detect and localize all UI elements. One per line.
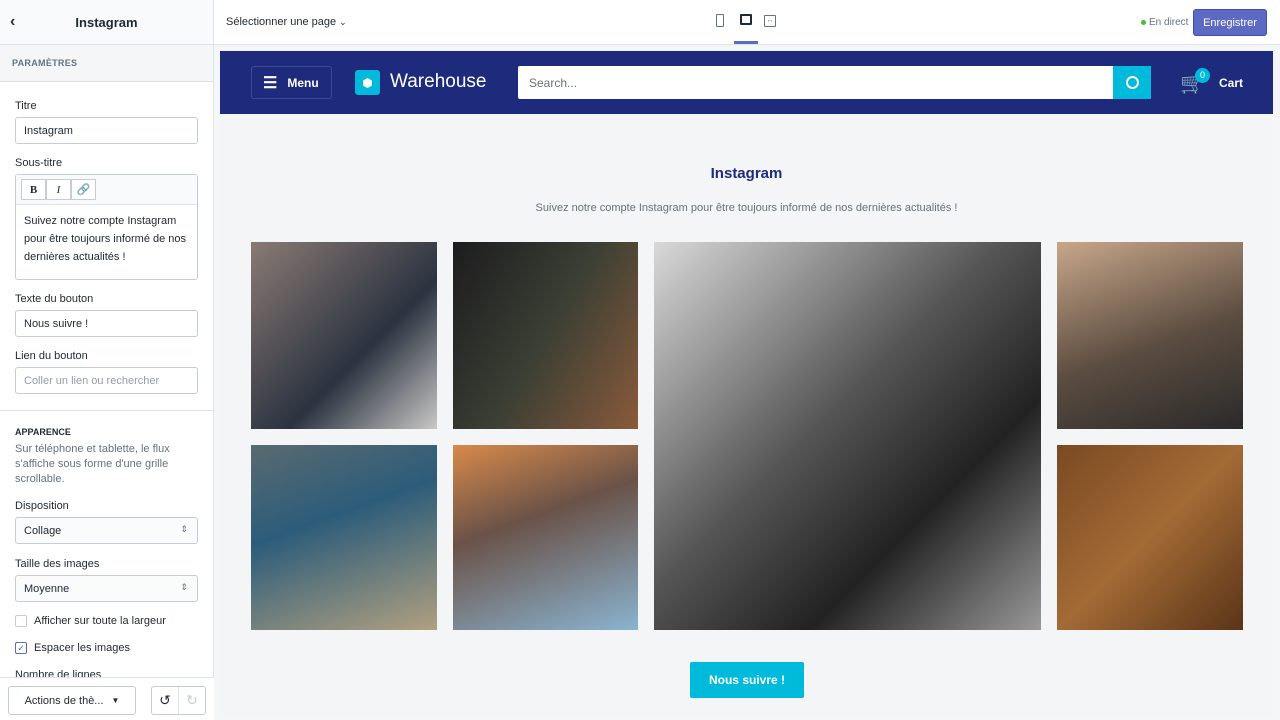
search-icon [1125,76,1139,89]
fullwidth-label: Afficher sur toute la largeur [34,615,166,627]
subtitle-label: Sous-titre [15,157,63,169]
desktop-view-icon[interactable] [740,14,752,25]
hamburger-icon: ☰ [263,74,278,92]
appearance-help: Sur téléphone et tablette, le flux s'aff… [15,443,170,485]
status-dot [1141,20,1146,25]
search-button[interactable] [1113,66,1151,99]
fullscreen-view-icon[interactable]: ↔ [764,15,776,27]
bold-button[interactable]: B [21,179,46,200]
instagram-image[interactable] [453,242,638,429]
layout-select[interactable]: Collage [15,517,198,544]
instagram-image[interactable] [1057,445,1243,630]
sidebar-title: Instagram [75,14,138,30]
button-text-label: Texte du bouton [15,293,94,305]
store-header: ☰ Menu ⬢ Warehouse Search... 🛒 0 Cart [220,51,1273,114]
size-label: Taille des images [15,558,100,570]
section-subheading: Suivez notre compte Instagram pour être … [535,202,958,214]
sidebar-footer: Actions de thè... ▼ ↺ ↻ [0,677,214,720]
spacing-checkbox[interactable]: ✓ [15,642,27,654]
chevron-down-icon: ⌄ [339,17,347,27]
title-label: Titre [15,100,37,112]
store-preview: ☰ Menu ⬢ Warehouse Search... 🛒 0 Cart Ins… [220,51,1273,714]
undo-icon[interactable]: ↺ [152,687,179,714]
spacing-label: Espacer les images [34,642,130,654]
redo-icon[interactable]: ↻ [179,687,205,714]
appearance-header: APPARENCE [15,427,71,437]
subtitle-editor[interactable]: B I 🔗 Suivez notre compte Instagram pour ê… [15,174,198,280]
layout-label: Disposition [15,500,69,512]
size-select[interactable]: Moyenne [15,575,198,602]
button-link-label: Lien du bouton [15,350,88,362]
instagram-image[interactable] [251,445,437,630]
instagram-image[interactable] [1057,242,1243,429]
italic-button[interactable]: I [46,179,71,200]
instagram-image[interactable] [251,242,437,429]
link-icon[interactable]: 🔗 [71,179,96,200]
button-link-input[interactable]: Coller un lien ou rechercher [15,367,198,394]
follow-button[interactable]: Nous suivre ! [690,662,804,698]
sidebar-header: ‹ Instagram [0,0,213,45]
sidebar: ‹ Instagram PARAMÈTRES Titre Instagram S… [0,0,214,720]
caret-down-icon: ▼ [111,696,120,705]
instagram-image-featured[interactable] [654,242,1041,630]
menu-button[interactable]: ☰ Menu [251,66,332,99]
search-input[interactable]: Search... [518,66,1113,99]
brand-name[interactable]: Warehouse [390,71,486,93]
active-view-indicator [734,41,758,44]
live-status: En direct [1141,17,1188,28]
brand-logo-icon: ⬢ [355,70,380,95]
theme-actions-button[interactable]: Actions de thè... ▼ [8,686,136,715]
title-input[interactable]: Instagram [15,117,198,144]
button-text-input[interactable]: Nous suivre ! [15,310,198,337]
page-select-label: Sélectionner une page [226,16,337,28]
rows-label: Nombre de lignes [15,669,102,677]
save-button[interactable]: Enregistrer [1193,9,1267,36]
subtitle-text[interactable]: Suivez notre compte Instagram pour être … [16,205,197,273]
cart-link[interactable]: Cart [1219,76,1243,90]
top-bar: Sélectionner une page ⌄ ↔ En direct Enre… [214,0,1280,45]
section-heading: Instagram [710,165,783,182]
status-label: En direct [1149,17,1189,28]
cart-count-badge: 0 [1195,68,1210,83]
section-header: PARAMÈTRES [0,45,213,82]
theme-actions-label: Actions de thè... [24,694,104,707]
instagram-image[interactable] [453,445,638,630]
page-select[interactable]: Sélectionner une page ⌄ [226,16,347,28]
mobile-view-icon[interactable] [716,14,724,27]
menu-label: Menu [287,75,319,90]
back-icon[interactable]: ‹ [10,13,15,31]
fullwidth-checkbox[interactable] [15,615,27,627]
